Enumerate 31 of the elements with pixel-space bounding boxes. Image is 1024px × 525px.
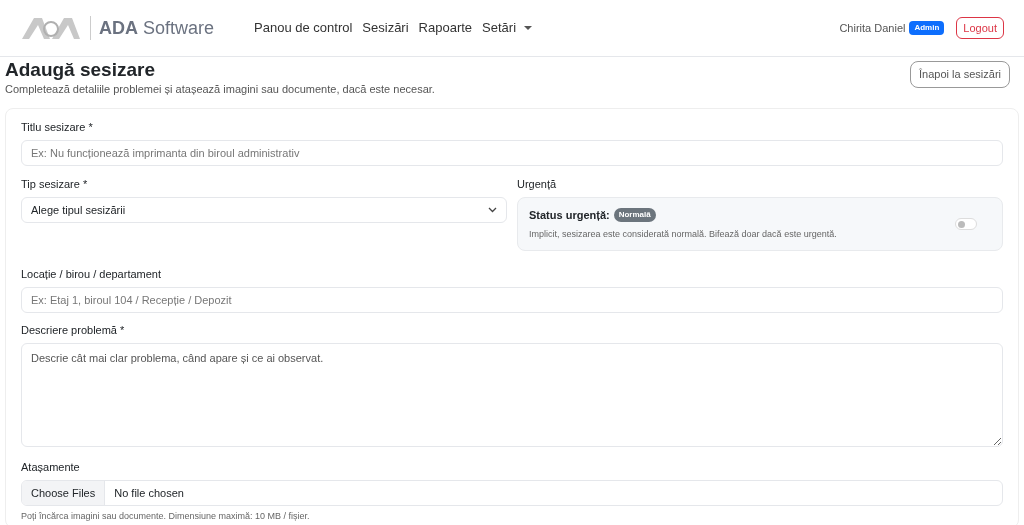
type-select[interactable]: Alege tipul sesizării <box>21 197 507 223</box>
urgency-toggle[interactable] <box>955 218 977 230</box>
page-subtitle: Completează detaliile problemei și atașează imagini sau documente, dacă este necesar. <box>5 82 435 96</box>
role-badge: Admin <box>909 21 945 35</box>
field-label: Locație / birou / departament <box>21 267 163 281</box>
field-label: Atașamente <box>21 460 81 474</box>
field-label: Tip sesizare * <box>21 177 89 191</box>
file-input[interactable]: Choose Files No file chosen <box>21 480 1003 506</box>
choose-files-button[interactable]: Choose Files <box>22 481 106 505</box>
logout-button[interactable]: Logout <box>956 16 1004 40</box>
urgency-hint: Implicit, sesizarea este considerată normală. Bifează doar dacă este urgentă. <box>529 227 837 241</box>
page-title: Adaugă sesizare <box>5 59 156 81</box>
user-name: Chirita Daniel <box>839 20 906 36</box>
logo-icon <box>20 15 82 41</box>
attachments-hint: Poți încărca imagini sau documente. Dimensiune maximă: 10 MB / fișier. <box>21 510 311 522</box>
field-label: Urgență <box>517 177 558 191</box>
nav-link[interactable]: Sesizări <box>362 18 409 38</box>
field-label: Titlu sesizare * <box>21 120 94 134</box>
field-label: Descriere problemă * <box>21 323 126 337</box>
description-textarea[interactable]: Descrie cât mai clar problema, când apare și ce ai observat. <box>21 343 1003 447</box>
chevron-down-icon <box>488 207 497 213</box>
nav-link[interactable]: Setări <box>482 18 533 38</box>
nav-link[interactable]: Rapoarte <box>418 18 473 38</box>
urgency-status-label: Status urgență: <box>529 208 610 223</box>
brand-name: ADA Software <box>99 16 215 40</box>
back-button[interactable]: Înapoi la sesizări <box>910 61 1010 88</box>
location-input[interactable]: Ex: Etaj 1, biroul 104 / Recepție / Depozit <box>21 287 1003 313</box>
file-status: No file chosen <box>113 485 185 501</box>
nav-link[interactable]: Panou de control <box>254 18 353 38</box>
title-input[interactable]: Ex: Nu funcționează imprimanta din biroul administrativ <box>21 140 1003 166</box>
urgency-badge: Normală <box>613 208 656 223</box>
